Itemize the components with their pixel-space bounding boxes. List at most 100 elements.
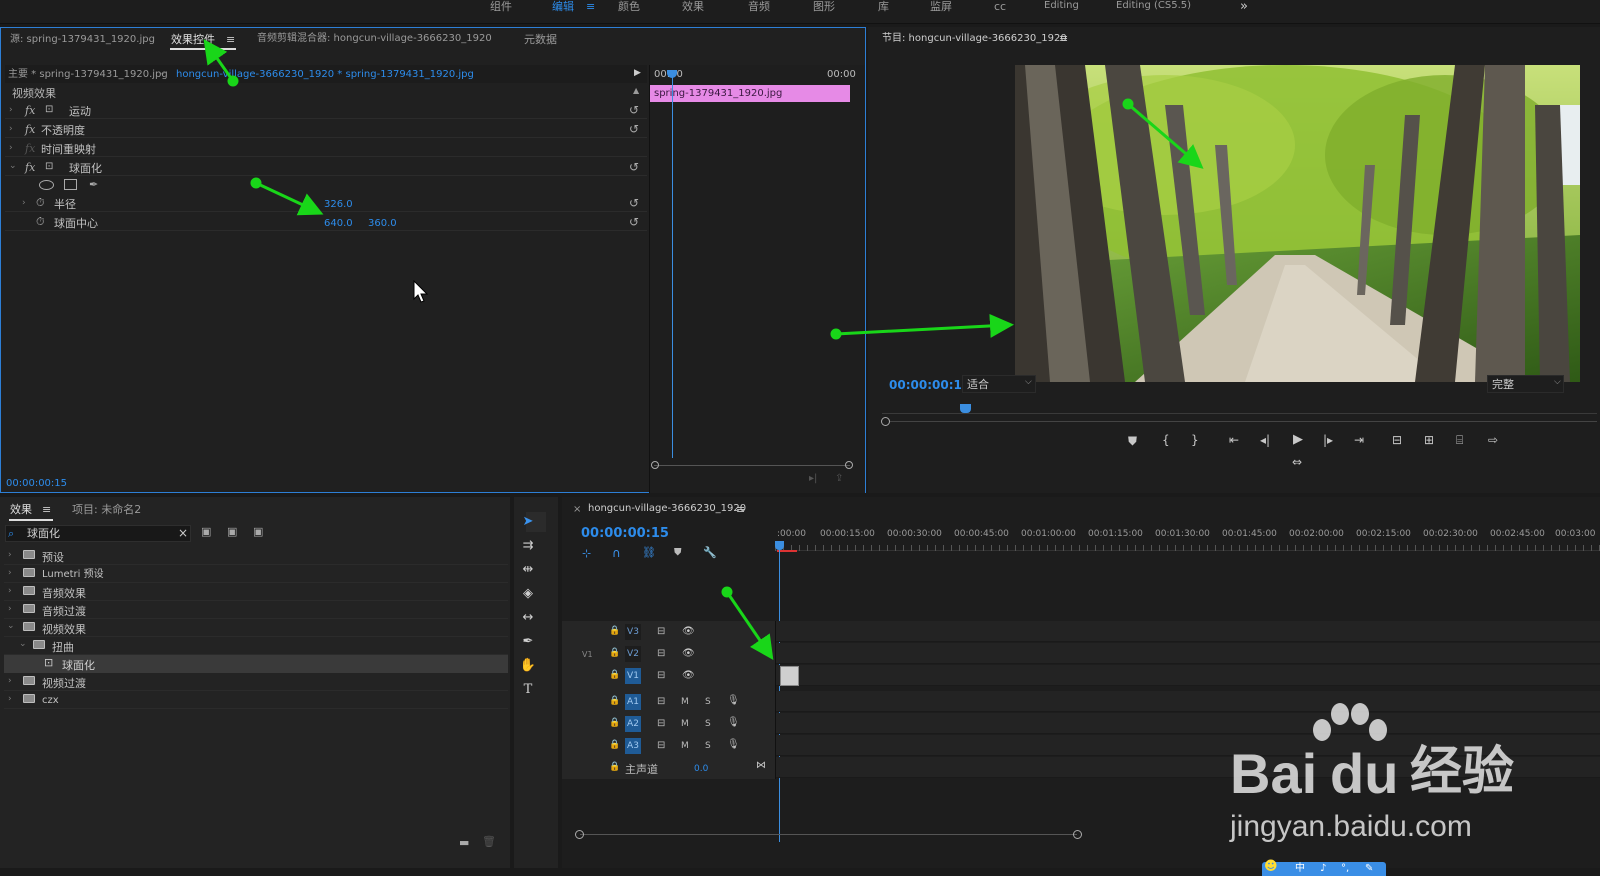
workspace-tab-color[interactable]: 颜色 [618,1,640,12]
sync-lock-icon[interactable]: ⊟ [657,627,665,637]
master-volume-value[interactable]: 0.0 [694,765,708,774]
track-target-v2[interactable]: V2 [625,646,641,662]
ellipse-mask-icon[interactable] [39,180,54,190]
eye-icon[interactable]: 👁 [682,627,695,637]
fx-icon[interactable]: fx [25,123,35,136]
lock-icon[interactable]: 🔒 [609,627,620,636]
workspace-tab-graphics[interactable]: 图形 [813,1,835,12]
sync-lock-icon[interactable]: ⊟ [657,671,665,681]
lock-icon[interactable]: 🔒 [609,671,620,680]
ec-zoom-scrollbar[interactable] [654,465,850,466]
program-video-frame[interactable] [1015,65,1580,382]
ime-voice-icon[interactable]: ♪ [1320,864,1326,874]
workspace-tab-monitor[interactable]: 监屏 [930,1,952,12]
ripple-edit-tool-icon[interactable]: ⇹ [518,562,538,582]
timeline-clip[interactable] [780,666,799,686]
lock-icon[interactable]: 🔒 [609,719,620,728]
ec-timecode[interactable]: 00:00:00:15 [6,479,67,489]
center-y-value[interactable]: 360.0 [368,219,397,229]
tab-project[interactable]: 项目: 未命名2 [72,504,141,515]
chevron-right-icon[interactable]: › [8,568,12,578]
sequence-clip-label[interactable]: hongcun-village-3666230_1920 * spring-13… [176,70,474,80]
go-to-in-icon[interactable]: ⇤ [1229,433,1239,447]
chevron-right-icon[interactable]: › [9,105,13,115]
workspace-menu-icon[interactable]: ≡ [586,1,595,12]
reset-icon[interactable]: ↺ [629,103,639,117]
mute-button[interactable]: M [681,720,689,729]
timeline-scrollbar[interactable] [580,834,1077,835]
mark-in-icon[interactable]: { [1162,433,1170,447]
add-marker-icon[interactable]: ⛊ [1128,434,1137,449]
work-area-bar[interactable] [777,550,797,552]
32bit-effects-icon[interactable]: ▣ [227,526,237,537]
ime-chinese-mode[interactable]: 中 [1295,864,1305,874]
export-frame-icon[interactable]: ⌸ [1456,433,1463,448]
go-to-out-icon[interactable]: ⇥ [1354,433,1364,447]
play-clip-icon[interactable]: ▶ [634,69,641,78]
workspace-tab-cc[interactable]: cc [994,1,1006,12]
program-title[interactable]: 节目: hongcun-village-3666230_1920 [882,34,1067,44]
reset-icon[interactable]: ↺ [629,160,639,174]
scroll-up-icon[interactable]: ▲ [633,87,639,95]
eye-icon[interactable]: 👁 [682,649,695,659]
chevron-down-icon[interactable]: ⌄ [9,161,17,171]
lift-icon[interactable]: ⊟ [1392,433,1402,447]
chevron-right-icon[interactable]: › [8,550,12,560]
reset-icon[interactable]: ↺ [629,196,639,210]
ec-export-icon[interactable]: ⇪ [835,474,843,484]
source-patch-v1[interactable]: V1 [582,651,593,659]
timeline-scroll-handle-left[interactable] [575,830,584,839]
clear-search-icon[interactable]: × [178,527,188,539]
chevron-down-icon[interactable]: ⌄ [19,639,27,649]
track-target-a3[interactable]: A3 [625,738,641,754]
effect-row-opacity[interactable] [5,120,647,138]
ec-filter-icon[interactable]: ▸| [809,474,817,484]
selection-tool-icon[interactable]: ➤ [518,514,538,534]
chevron-down-icon[interactable]: ⌄ [7,621,15,631]
program-scroll-handle[interactable] [881,417,890,426]
mute-button[interactable]: M [681,742,689,751]
type-tool-icon[interactable]: T [518,682,538,702]
mark-out-icon[interactable]: } [1191,433,1199,447]
chevron-right-icon[interactable]: › [9,124,13,134]
program-menu-icon[interactable]: ≡ [1059,33,1068,44]
workspace-tab-effects[interactable]: 效果 [682,1,704,12]
step-back-icon[interactable]: ◂| [1260,433,1270,447]
new-bin-icon[interactable]: ▬ [459,837,469,848]
tree-row[interactable] [4,547,508,565]
lock-icon[interactable]: 🔒 [609,697,620,706]
razor-tool-icon[interactable]: ◈ [518,586,538,606]
sync-lock-icon[interactable]: ⊟ [657,741,665,751]
workspace-tab-assembly[interactable]: 组件 [490,1,512,12]
hand-tool-icon[interactable]: ✋ [518,658,538,678]
slip-tool-icon[interactable]: ↔ [518,610,538,630]
effects-search-input[interactable]: 球面化 [27,528,60,539]
chevron-right-icon[interactable]: › [8,694,12,704]
lock-icon[interactable]: 🔒 [609,763,620,772]
radius-value[interactable]: 326.0 [324,200,353,210]
solo-button[interactable]: S [705,720,711,729]
track-target-a2[interactable]: A2 [625,716,641,732]
stopwatch-icon[interactable]: ⏱ [36,216,45,227]
tab-menu-icon[interactable]: ≡ [226,34,235,45]
reset-icon[interactable]: ↺ [629,122,639,136]
solo-button[interactable]: S [705,742,711,751]
track-target-v3[interactable]: V3 [625,624,641,640]
workspace-tab-editing-en[interactable]: Editing [1044,1,1079,11]
reset-icon[interactable]: ↺ [629,215,639,229]
tab-effect-controls[interactable]: 效果控件 [171,34,215,45]
go-to-end-icon[interactable]: ⋈ [756,761,766,771]
sync-lock-icon[interactable]: ⊟ [657,649,665,659]
play-icon[interactable]: ▶ [1293,432,1303,447]
compare-icon[interactable]: ⇔ [1292,455,1302,469]
track-select-tool-icon[interactable]: ⇉ [518,538,538,558]
tree-row[interactable] [4,691,508,709]
yuv-effects-icon[interactable]: ▣ [253,526,263,537]
chevron-right-icon[interactable]: › [8,676,12,686]
effect-row-motion[interactable] [5,101,647,119]
solo-button[interactable]: S [705,698,711,707]
chevron-right-icon[interactable]: › [22,198,26,208]
program-timecode[interactable]: 00:00:00:15 [889,379,970,391]
tab-effects[interactable]: 效果 [10,504,32,515]
program-scrollbar[interactable] [890,421,1597,422]
